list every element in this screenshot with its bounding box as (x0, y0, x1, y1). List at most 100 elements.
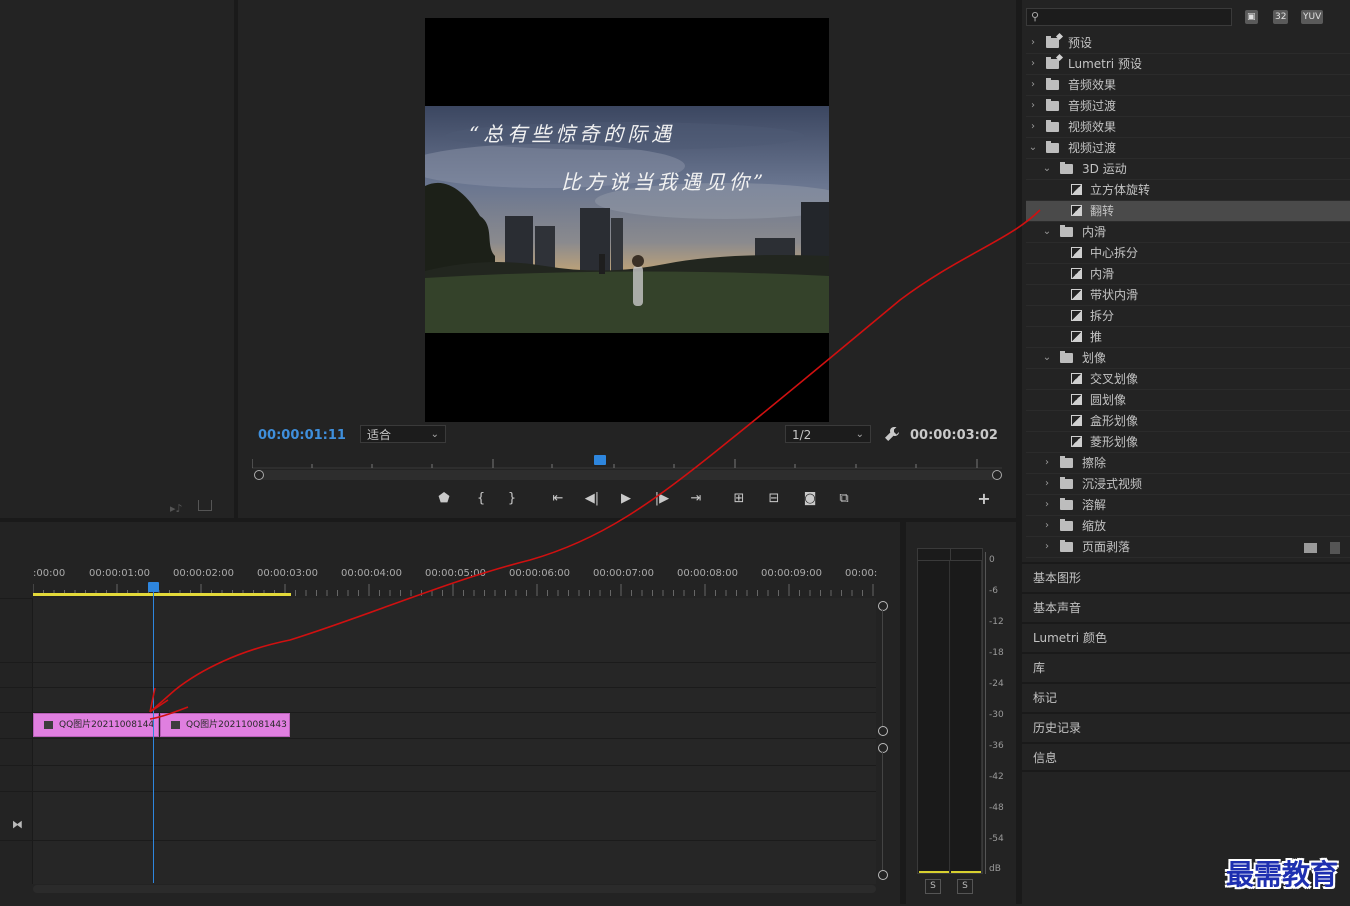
work-area-bar[interactable] (33, 593, 291, 596)
chevron-right-icon[interactable]: › (1028, 75, 1038, 95)
effect-item[interactable]: 翻转 (1026, 201, 1350, 222)
panel-history[interactable]: 历史记录 (1022, 712, 1350, 740)
panel-essential-sound[interactable]: 基本声音 (1022, 592, 1350, 620)
extract-icon[interactable]: ⊟ (763, 489, 785, 509)
scrollbar-handle[interactable] (878, 726, 888, 736)
scrollbar-handle[interactable] (878, 870, 888, 880)
effect-item[interactable]: 立方体旋转 (1026, 180, 1350, 201)
effect-folder[interactable]: › 缩放 (1026, 516, 1350, 537)
chevron-right-icon[interactable]: › (1042, 516, 1052, 536)
mark-out-icon[interactable]: } (501, 489, 523, 509)
go-to-in-icon[interactable]: ⇤ (547, 489, 569, 509)
play-icon[interactable]: ▶ (615, 489, 637, 509)
timeline-clip[interactable]: QQ图片202110081443 (160, 713, 290, 737)
effect-item[interactable]: 拆分 (1026, 306, 1350, 327)
step-forward-icon[interactable]: |▶ (651, 489, 673, 509)
effect-folder[interactable]: ⌄ 视频过渡 (1026, 138, 1350, 159)
ruler-label: 00:00:08:00 (677, 568, 739, 579)
scrollbar-handle-right[interactable] (992, 470, 1002, 480)
new-bin-icon[interactable] (1304, 543, 1317, 553)
effect-folder[interactable]: › 音频过渡 (1026, 96, 1350, 117)
32bit-effects-badge[interactable]: 32 (1273, 10, 1289, 24)
camera-icon[interactable]: ◙ (799, 489, 821, 509)
solo-left-button[interactable]: S (925, 879, 941, 894)
chevron-down-icon[interactable]: ⌄ (1042, 222, 1052, 242)
effect-item[interactable]: 圆划像 (1026, 390, 1350, 411)
current-timecode[interactable]: 00:00:01:11 (258, 428, 346, 443)
wrench-icon[interactable] (884, 426, 900, 442)
panel-info[interactable]: 信息 (1022, 742, 1350, 770)
chevron-right-icon[interactable]: › (1028, 96, 1038, 116)
lift-icon[interactable]: ⊞ (728, 489, 750, 509)
effect-label: Lumetri 预设 (1068, 57, 1142, 71)
effect-folder[interactable]: › 擦除 (1026, 453, 1350, 474)
effect-item[interactable]: 带状内滑 (1026, 285, 1350, 306)
effect-folder[interactable]: › 沉浸式视频 (1026, 474, 1350, 495)
effect-item[interactable]: 中心拆分 (1026, 243, 1350, 264)
chevron-right-icon[interactable]: › (1028, 117, 1038, 137)
effects-search-input[interactable]: ⚲ (1026, 8, 1232, 26)
scrollbar-handle[interactable] (878, 601, 888, 611)
solo-right-button[interactable]: S (957, 879, 973, 894)
panel-essential-graphics[interactable]: 基本图形 (1022, 562, 1350, 590)
mark-in-icon[interactable]: { (470, 489, 492, 509)
effect-item[interactable]: 推 (1026, 327, 1350, 348)
effect-folder[interactable]: › 溶解 (1026, 495, 1350, 516)
effect-label: 音频效果 (1068, 78, 1117, 92)
delete-icon[interactable] (1330, 542, 1340, 554)
transition-icon (1071, 268, 1082, 279)
go-to-out-icon[interactable]: ⇥ (685, 489, 707, 509)
chevron-right-icon[interactable]: › (1028, 54, 1038, 74)
effect-item[interactable]: 菱形划像 (1026, 432, 1350, 453)
bowtie-icon[interactable]: ⧓ (12, 818, 23, 831)
export-audio-icon[interactable]: ▸♪ (170, 502, 183, 515)
effect-folder[interactable]: › 视频效果 (1026, 117, 1350, 138)
yuv-effects-badge[interactable]: YUV (1301, 10, 1324, 24)
timeline-playhead-line[interactable] (153, 590, 154, 883)
transition-icon (1071, 331, 1082, 342)
chevron-right-icon[interactable]: › (1028, 33, 1038, 53)
chevron-right-icon[interactable]: › (1042, 453, 1052, 473)
horizontal-scrollbar[interactable] (33, 885, 876, 893)
accelerated-effects-icon[interactable]: ▣ (1245, 10, 1258, 24)
monitor-time-ruler[interactable] (252, 455, 1002, 469)
panel-lumetri-color[interactable]: Lumetri 颜色 (1022, 622, 1350, 650)
effect-folder[interactable]: › 预设 (1026, 33, 1350, 54)
zoom-select[interactable]: 适合 ⌄ (360, 425, 446, 443)
chevron-down-icon[interactable]: ⌄ (1042, 348, 1052, 368)
timeline-clip[interactable]: QQ图片20211008144 (33, 713, 159, 737)
audio-track-scrollbar[interactable] (882, 751, 883, 870)
effect-item[interactable]: 交叉划像 (1026, 369, 1350, 390)
panel-markers[interactable]: 标记 (1022, 682, 1350, 710)
resolution-select[interactable]: 1/2 ⌄ (785, 425, 871, 443)
monitor-playhead[interactable] (594, 455, 606, 465)
transition-icon (1071, 415, 1082, 426)
scrollbar-handle-left[interactable] (254, 470, 264, 480)
folder-icon (1060, 519, 1073, 531)
effect-item[interactable]: 盒形划像 (1026, 411, 1350, 432)
chevron-right-icon[interactable]: › (1042, 474, 1052, 494)
comparison-view-icon[interactable]: ⧉ (833, 489, 855, 509)
effect-item[interactable]: 内滑 (1026, 264, 1350, 285)
chevron-right-icon[interactable]: › (1042, 495, 1052, 515)
effect-folder[interactable]: › 音频效果 (1026, 75, 1350, 96)
timeline-playhead[interactable] (148, 582, 159, 592)
effect-folder[interactable]: › Lumetri 预设 (1026, 54, 1350, 75)
tracks-area[interactable] (33, 598, 876, 884)
effect-folder[interactable]: › 页面剥落 (1026, 537, 1350, 558)
effect-folder[interactable]: ⌄ 3D 运动 (1026, 159, 1350, 180)
effect-folder[interactable]: ⌄ 内滑 (1026, 222, 1350, 243)
effect-folder[interactable]: ⌄ 划像 (1026, 348, 1350, 369)
zoom-scrollbar[interactable] (254, 470, 1002, 480)
peak-indicators[interactable] (918, 549, 982, 561)
chevron-down-icon[interactable]: ⌄ (1028, 138, 1038, 158)
video-track-scrollbar[interactable] (882, 609, 883, 726)
add-marker-icon[interactable]: ⬟ (433, 489, 455, 509)
chevron-right-icon[interactable]: › (1042, 537, 1052, 557)
step-back-icon[interactable]: ◀| (581, 489, 603, 509)
panel-libraries[interactable]: 库 (1022, 652, 1350, 680)
scrollbar-handle[interactable] (878, 743, 888, 753)
export-icon[interactable] (198, 500, 212, 511)
chevron-down-icon[interactable]: ⌄ (1042, 159, 1052, 179)
add-button-icon[interactable]: + (973, 489, 995, 509)
